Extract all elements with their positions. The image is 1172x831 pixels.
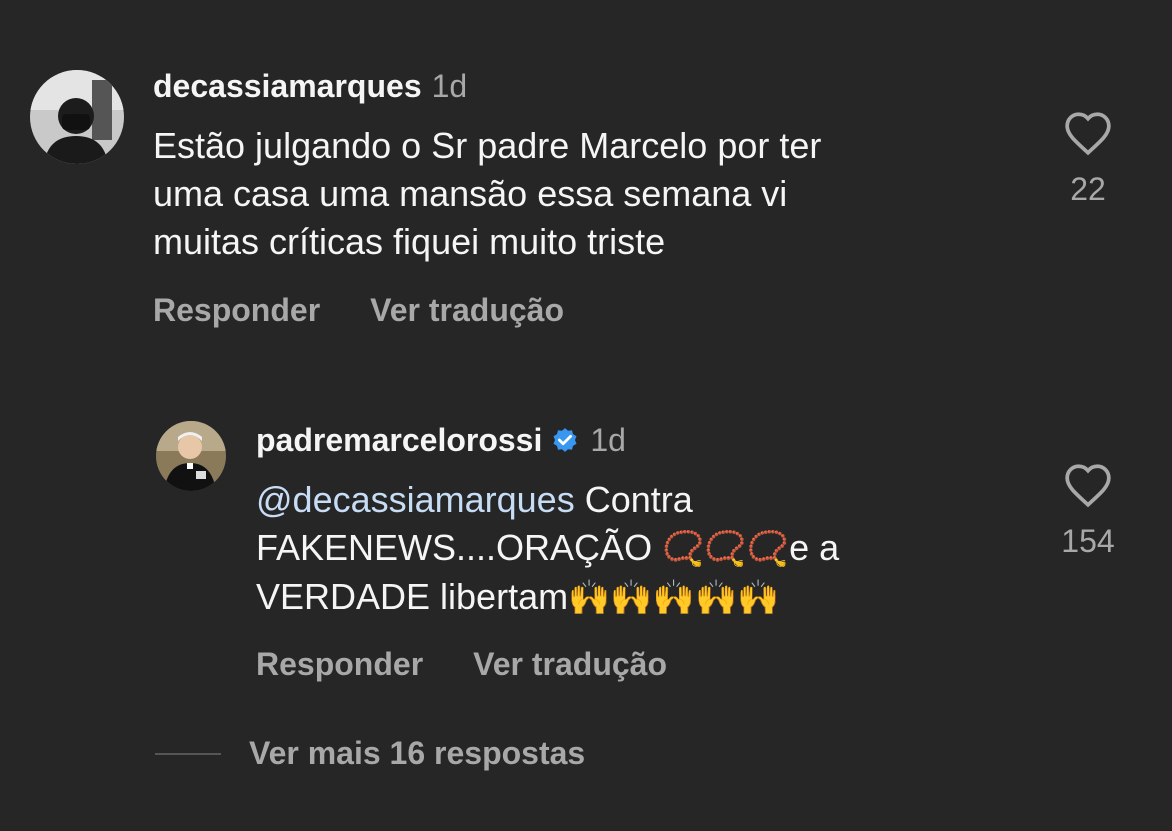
avatar[interactable] bbox=[156, 421, 226, 491]
raising-hands-emoji: 🙌🙌🙌🙌🙌 bbox=[568, 579, 780, 617]
comment-line: muitas críticas fiquei muito triste bbox=[153, 221, 666, 262]
heart-icon[interactable] bbox=[1063, 462, 1113, 508]
view-more-replies-button[interactable]: Ver mais 16 respostas bbox=[155, 735, 585, 772]
prayer-beads-emoji: 📿📿📿 bbox=[662, 530, 790, 568]
like-count: 154 bbox=[1061, 523, 1115, 559]
avatar[interactable] bbox=[30, 70, 124, 164]
username[interactable]: padremarcelorossi bbox=[256, 422, 542, 458]
mention-link[interactable]: @decassiamarques bbox=[256, 479, 575, 520]
comment-actions: Responder Ver tradução bbox=[153, 292, 614, 329]
timestamp: 1d bbox=[590, 422, 626, 458]
comment-line: @decassiamarques Contra bbox=[256, 476, 839, 524]
translate-button[interactable]: Ver tradução bbox=[473, 646, 667, 682]
comment-line: FAKENEWS....ORAÇÃO 📿📿📿e a bbox=[256, 524, 839, 573]
translate-button[interactable]: Ver tradução bbox=[370, 292, 564, 328]
reply-button[interactable]: Responder bbox=[153, 292, 320, 328]
view-more-replies-label: Ver mais 16 respostas bbox=[249, 735, 586, 771]
comment-line: VERDADE libertam🙌🙌🙌🙌🙌 bbox=[256, 573, 839, 622]
comment-actions: Responder Ver tradução bbox=[256, 646, 717, 683]
comment-line: Estão julgando o Sr padre Marcelo por te… bbox=[153, 125, 822, 166]
timestamp: 1d bbox=[431, 68, 468, 104]
like-count: 22 bbox=[1070, 171, 1106, 207]
comment-text: Estão julgando o Sr padre Marcelo por te… bbox=[153, 122, 821, 266]
comment-header: decassiamarques 1d bbox=[153, 68, 467, 105]
user-avatar-icon bbox=[156, 421, 226, 491]
comment-line-text: VERDADE libertam bbox=[256, 576, 569, 617]
comment-line: uma casa uma mansão essa semana vi bbox=[153, 173, 788, 214]
like-area: 154 bbox=[1048, 462, 1128, 560]
comment-line-text: e a bbox=[789, 527, 840, 568]
comment-text: @decassiamarques Contra FAKENEWS....ORAÇ… bbox=[256, 476, 839, 622]
username[interactable]: decassiamarques bbox=[153, 68, 422, 104]
comment-header: padremarcelorossi 1d bbox=[256, 422, 626, 463]
like-area: 22 bbox=[1048, 110, 1128, 208]
heart-icon[interactable] bbox=[1063, 110, 1113, 156]
divider-line bbox=[155, 752, 221, 755]
comment-line-text: FAKENEWS....ORAÇÃO bbox=[256, 527, 663, 568]
user-avatar-icon bbox=[30, 70, 124, 164]
comment-line-text: Contra bbox=[574, 479, 693, 520]
verified-badge-icon bbox=[550, 425, 580, 463]
reply-button[interactable]: Responder bbox=[256, 646, 423, 682]
